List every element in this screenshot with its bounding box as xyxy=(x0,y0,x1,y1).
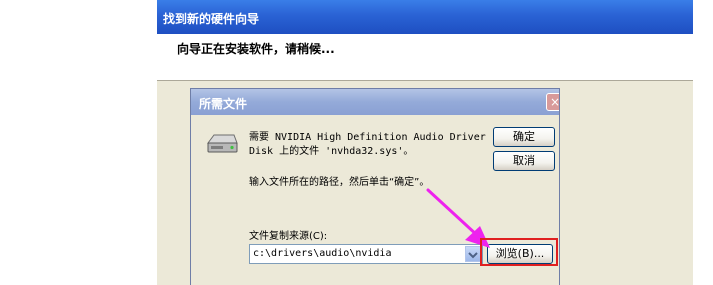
highlight-box xyxy=(480,238,558,266)
annotation-arrow xyxy=(426,188,490,248)
